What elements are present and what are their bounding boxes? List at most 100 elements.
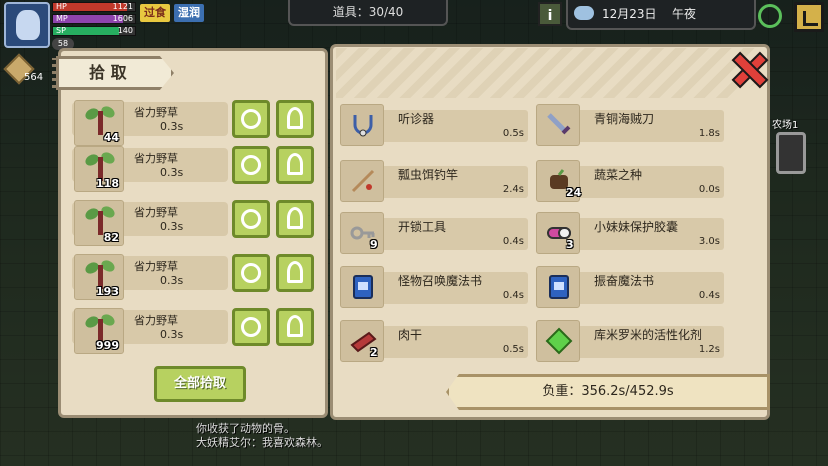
status-tag-overeat: 过食 [140, 4, 170, 22]
take-one-button[interactable] [232, 146, 270, 184]
item-name: 省力野草 [134, 152, 178, 165]
minimize-arrow-button[interactable] [794, 2, 824, 32]
coin-display: 564 [2, 53, 43, 98]
item-time: 3.0s [698, 236, 720, 247]
sword-icon [547, 113, 571, 135]
item-name: 青铜海贼刀 [594, 112, 655, 126]
item-qty: 2 [370, 346, 378, 359]
item-name: 肉干 [398, 328, 423, 342]
item-time: 2.4s [502, 184, 524, 195]
item-name: 怪物召唤魔法书 [398, 274, 483, 288]
panel-header-decoration [336, 48, 756, 98]
bag-icon [287, 207, 303, 229]
pickup-row: 193 省力野草 0.3s [72, 254, 322, 302]
inventory-item[interactable]: 听诊器 0.5s [340, 104, 530, 148]
chat-line: 大妖精艾尔：我喜欢森林。 [196, 436, 328, 449]
bag-icon [287, 261, 303, 283]
close-button[interactable] [732, 52, 764, 84]
date-weather-box: 12月23日 午夜 [566, 0, 756, 30]
network-globe-icon[interactable] [758, 4, 782, 28]
inventory-item[interactable]: 青铜海贼刀 1.8s [536, 104, 726, 148]
inventory-item[interactable]: 9 开锁工具 0.4s [340, 212, 530, 256]
item-name: 振奋魔法书 [594, 274, 655, 288]
hand-grab-icon [241, 263, 261, 283]
inventory-item[interactable]: 24 蔬菜之种 0.0s [536, 160, 726, 204]
pickup-row: 118 省力野草 0.3s [72, 146, 322, 194]
item-time: 0.0s [698, 184, 720, 195]
time-of-day: 午夜 [672, 7, 697, 21]
stethoscope-icon [353, 115, 373, 137]
item-time: 0.3s [160, 166, 184, 179]
item-icon-cell[interactable]: 193 [74, 254, 124, 300]
sp-label: SP [56, 26, 66, 35]
cloud-rain-icon [574, 6, 594, 20]
item-qty: 44 [103, 131, 119, 144]
pick-all-button[interactable]: 全部拾取 [154, 366, 246, 402]
pickup-panel-title: 拾 取 [56, 56, 174, 90]
take-to-bag-button[interactable] [276, 100, 314, 138]
mp-bar: MP 1606 [52, 14, 136, 24]
inventory-item[interactable]: 瓢虫饵钓竿 2.4s [340, 160, 530, 204]
bag-icon [287, 153, 303, 175]
status-tag-wet: 湿润 [174, 4, 204, 22]
info-button[interactable]: i [538, 2, 562, 26]
take-one-button[interactable] [232, 100, 270, 138]
hp-value: 1121 [112, 2, 133, 11]
item-qty: 24 [566, 186, 582, 199]
item-name: 省力野草 [134, 206, 178, 219]
item-time: 1.8s [698, 128, 720, 139]
mp-label: MP [56, 14, 68, 23]
take-one-button[interactable] [232, 200, 270, 238]
inventory-item[interactable]: 怪物召唤魔法书 0.4s [340, 266, 530, 310]
hand-grab-icon [241, 155, 261, 175]
hand-grab-icon [241, 209, 261, 229]
item-qty: 999 [96, 339, 119, 352]
inventory-item[interactable]: 3 小妹妹保护胶囊 3.0s [536, 212, 726, 256]
take-to-bag-button[interactable] [276, 308, 314, 346]
hand-grab-icon [241, 109, 261, 129]
pickup-row: 44 省力野草 0.3s [72, 100, 322, 148]
hand-grab-icon [241, 317, 261, 337]
phone-icon[interactable] [776, 132, 806, 174]
item-time: 0.3s [160, 220, 184, 233]
item-qty: 3 [566, 238, 574, 251]
item-time: 0.4s [502, 290, 524, 301]
take-to-bag-button[interactable] [276, 146, 314, 184]
item-icon-cell[interactable]: 82 [74, 200, 124, 246]
item-name: 瓢虫饵钓竿 [398, 168, 459, 182]
item-name: 省力野草 [134, 260, 178, 273]
inventory-item[interactable]: 库米罗米的活性化剂 1.2s [536, 320, 726, 364]
take-one-button[interactable] [232, 308, 270, 346]
items-counter: 道具：30/40 [288, 0, 448, 26]
player-avatar[interactable] [4, 2, 50, 48]
take-one-button[interactable] [232, 254, 270, 292]
spellbook-icon [353, 275, 373, 299]
item-icon-cell[interactable]: 44 [74, 100, 124, 146]
mp-value: 1606 [112, 14, 133, 23]
take-to-bag-button[interactable] [276, 254, 314, 292]
item-qty: 118 [96, 177, 119, 190]
hp-bar: HP 1121 [52, 2, 136, 12]
bag-icon [287, 107, 303, 129]
weight-banner: 负重：356.2s/452.9s [446, 374, 770, 410]
bag-icon [287, 315, 303, 337]
item-name: 小妹妹保护胶囊 [594, 220, 679, 234]
item-icon-cell[interactable]: 118 [74, 146, 124, 192]
item-icon-cell[interactable]: 999 [74, 308, 124, 354]
location-label: 农场1 [772, 120, 799, 131]
take-to-bag-button[interactable] [276, 200, 314, 238]
item-name: 省力野草 [134, 314, 178, 327]
item-qty: 193 [96, 285, 119, 298]
item-time: 0.5s [502, 128, 524, 139]
item-name: 库米罗米的活性化剂 [594, 328, 703, 342]
item-time: 0.5s [502, 344, 524, 355]
fishing-rod-icon [351, 169, 375, 193]
item-time: 0.4s [698, 290, 720, 301]
hp-label: HP [56, 2, 67, 11]
item-time: 0.4s [502, 236, 524, 247]
item-time: 0.3s [160, 120, 184, 133]
inventory-item[interactable]: 振奋魔法书 0.4s [536, 266, 726, 310]
gem-icon [545, 327, 573, 355]
inventory-item[interactable]: 2 肉干 0.5s [340, 320, 530, 364]
date-text: 12月23日 [602, 7, 657, 21]
